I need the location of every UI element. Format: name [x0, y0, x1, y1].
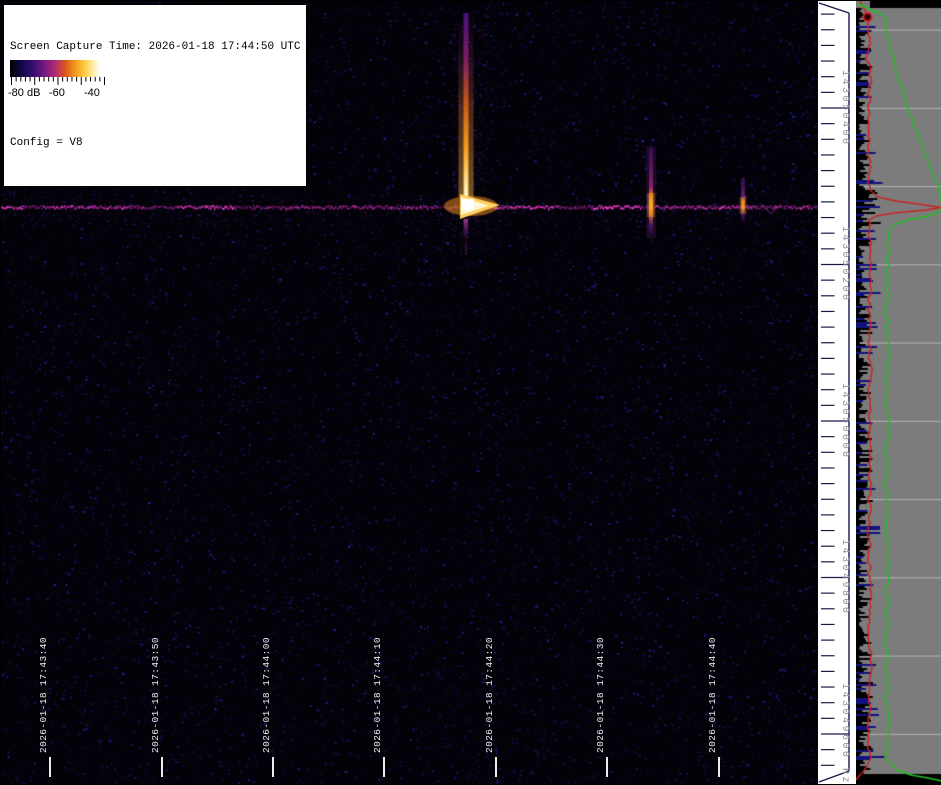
frequency-axis-label: 143050000	[839, 383, 850, 460]
spectrogram-screen-capture: 2026-01-18 17:43:40 2026-01-18 17:43:50 …	[0, 0, 941, 785]
time-axis-tick	[495, 757, 497, 777]
time-axis-tick	[272, 757, 274, 777]
time-axis-tick	[718, 757, 720, 777]
time-axis-tick	[49, 757, 51, 777]
capture-config-text: Config = V8	[10, 135, 300, 151]
frequency-axis-label: 143049600 Hz	[839, 683, 850, 785]
spectrum-side-panel	[856, 1, 941, 784]
frequency-axis-label: 143049800	[839, 539, 850, 616]
legend-label-max: -40	[84, 87, 100, 99]
frequency-axis-ruler: 143050400 143050200 143050000 143049800 …	[818, 1, 856, 784]
time-axis-label: 2026-01-18 17:43:40	[38, 637, 49, 753]
time-axis-label: 2026-01-18 17:43:50	[150, 637, 161, 753]
time-axis-label: 2026-01-18 17:44:00	[261, 637, 272, 753]
legend-label-min: -80 dB	[8, 87, 40, 99]
time-axis-tick	[161, 757, 163, 777]
time-axis-label: 2026-01-18 17:44:10	[372, 637, 383, 753]
color-scale-ticks	[10, 77, 106, 87]
time-axis-label: 2026-01-18 17:44:40	[707, 637, 718, 753]
time-axis-tick	[606, 757, 608, 777]
legend-label-mid: -60	[49, 87, 65, 99]
color-scale-legend: -80 dB -60 -40	[6, 57, 112, 105]
frequency-axis-label: 143050200	[839, 226, 850, 303]
color-gradient-bar	[10, 60, 106, 77]
frequency-axis-label: 143050400	[839, 70, 850, 147]
frequency-axis-ticks	[818, 1, 856, 784]
time-axis-tick	[383, 757, 385, 777]
capture-time-text: Screen Capture Time: 2026-01-18 17:44:50…	[10, 39, 300, 55]
time-axis-label: 2026-01-18 17:44:20	[484, 637, 495, 753]
time-axis-label: 2026-01-18 17:44:30	[595, 637, 606, 753]
